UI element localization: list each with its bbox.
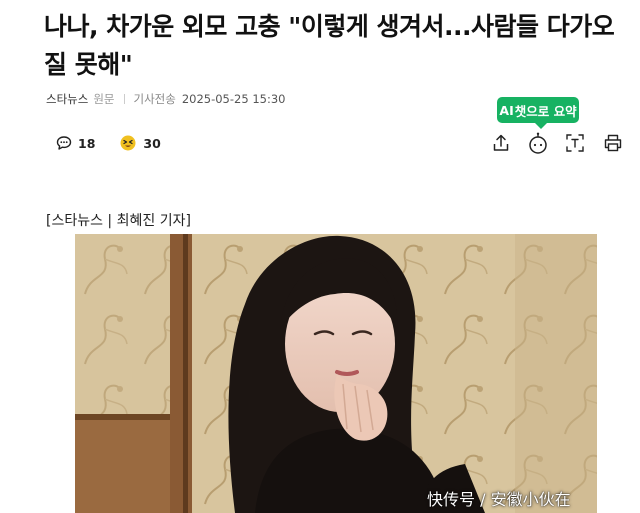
press-name[interactable]: 스타뉴스 xyxy=(46,91,88,107)
article-headline: 나나, 차가운 외모 고충 "이렇게 생겨서...사람들 다가오질 못해" xyxy=(44,12,615,79)
comment-button[interactable]: 18 xyxy=(56,135,95,151)
ai-summary-badge[interactable]: AI 챗으로 요약 xyxy=(497,97,579,129)
reporter-credit: [스타뉴스 | 최혜진 기자] xyxy=(46,213,191,229)
sent-label: 기사전송 xyxy=(133,92,176,106)
reaction-count: 30 xyxy=(143,135,161,151)
text-size-button[interactable] xyxy=(563,131,587,155)
share-button[interactable] xyxy=(489,131,513,155)
share-icon xyxy=(493,134,509,151)
ai-summary-button[interactable] xyxy=(526,131,550,155)
ai-badge-text: 챗으로 요약 xyxy=(514,103,577,119)
reaction-emoji-icon xyxy=(120,135,136,151)
article-byline: 스타뉴스 원문 기사전송 2025-05-25 15:30 xyxy=(46,91,285,107)
comment-count: 18 xyxy=(78,135,96,151)
article-photo-image xyxy=(75,234,597,513)
article-photo[interactable] xyxy=(75,234,597,513)
reaction-button[interactable]: 30 xyxy=(119,134,161,152)
sent-datetime: 2025-05-25 15:30 xyxy=(181,92,286,106)
reaction-bar: 18 30 xyxy=(56,134,161,152)
ai-summary-icon xyxy=(529,132,547,154)
origin-link[interactable]: 원문 xyxy=(93,91,114,107)
text-size-icon xyxy=(566,134,584,152)
print-button[interactable] xyxy=(601,131,625,155)
byline-divider xyxy=(123,94,125,104)
ai-badge-prefix: AI xyxy=(499,102,514,118)
photo-watermark: 快传号 / 安徽小伙在 xyxy=(427,490,571,509)
comment-icon xyxy=(56,136,72,150)
print-icon xyxy=(604,134,622,152)
